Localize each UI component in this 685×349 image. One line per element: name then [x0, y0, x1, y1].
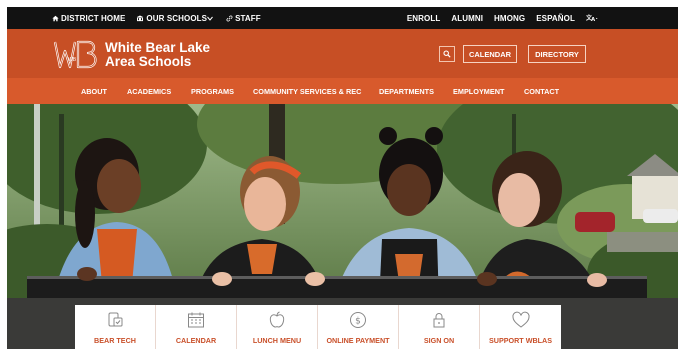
district-home-link[interactable]: DISTRICT HOME: [52, 14, 125, 23]
hmong-link[interactable]: HMONG: [494, 14, 525, 23]
utility-bar: DISTRICT HOME OUR SCHOOLS STAFF ENROLL A…: [7, 7, 678, 29]
quicklink-sign-on[interactable]: SIGN ON: [399, 305, 480, 349]
our-schools-label: OUR SCHOOLS: [146, 13, 208, 23]
svg-text:A: A: [591, 17, 595, 22]
alumni-link[interactable]: ALUMNI: [451, 14, 483, 23]
heart-icon: [511, 311, 530, 328]
svg-text:WB: WB: [68, 57, 77, 63]
lock-icon: [433, 313, 445, 328]
nav-community-services[interactable]: COMMUNITY SERVICES & REC: [253, 87, 361, 96]
nav-contact[interactable]: CONTACT: [524, 87, 559, 96]
home-icon: [52, 15, 59, 21]
apple-icon: [269, 311, 285, 328]
quicklink-label: BEAR TECH: [94, 336, 136, 345]
site-header: WB White Bear Lake Area Schools CALENDAR…: [7, 29, 678, 78]
quicklink-online-payment[interactable]: $ ONLINE PAYMENT: [318, 305, 399, 349]
link-icon: [226, 15, 233, 21]
quicklink-support-wblas[interactable]: SUPPORT WBLAS: [480, 305, 561, 349]
quicklink-label: CALENDAR: [175, 336, 217, 345]
nav-programs[interactable]: PROGRAMS: [191, 87, 234, 96]
school-name-line1: White Bear Lake: [105, 40, 211, 55]
our-schools-link[interactable]: OUR SCHOOLS: [136, 14, 215, 23]
translate-icon: 文A: [586, 14, 598, 22]
district-home-label: DISTRICT HOME: [61, 13, 126, 23]
nav-departments[interactable]: DEPARTMENTS: [379, 87, 434, 96]
school-name[interactable]: White Bear Lake Area Schools: [105, 41, 210, 69]
main-nav: ABOUT ACADEMICS PROGRAMS COMMUNITY SERVI…: [7, 78, 678, 104]
translate-button[interactable]: 文A: [586, 14, 600, 22]
quicklink-label: SUPPORT WBLAS: [488, 336, 553, 345]
svg-text:$: $: [355, 317, 361, 327]
directory-button[interactable]: DIRECTORY: [528, 45, 586, 63]
nav-employment[interactable]: EMPLOYMENT: [453, 87, 504, 96]
quicklink-label: SIGN ON: [423, 336, 455, 345]
utility-right: ENROLL ALUMNI HMONG ESPAÑOL 文A: [396, 14, 600, 23]
quicklink-calendar[interactable]: CALENDAR: [156, 305, 237, 349]
quicklink-lunch-menu[interactable]: LUNCH MENU: [237, 305, 318, 349]
espanol-link[interactable]: ESPAÑOL: [536, 14, 575, 23]
staff-link[interactable]: STAFF: [226, 14, 261, 23]
dollar-icon: $: [350, 312, 366, 328]
quicklink-label: ONLINE PAYMENT: [326, 336, 390, 345]
search-button[interactable]: [439, 46, 455, 62]
nav-academics[interactable]: ACADEMICS: [127, 87, 171, 96]
quicklink-bear-tech[interactable]: BEAR TECH: [75, 305, 156, 349]
staff-label: STAFF: [235, 13, 261, 23]
enroll-link[interactable]: ENROLL: [407, 14, 441, 23]
nav-about[interactable]: ABOUT: [81, 87, 107, 96]
calendar-button[interactable]: CALENDAR: [463, 45, 517, 63]
school-name-line2: Area Schools: [105, 54, 192, 69]
chevron-down-icon: [207, 16, 213, 21]
quicklink-label: LUNCH MENU: [252, 336, 302, 345]
device-icon: [108, 312, 123, 327]
school-icon: [137, 15, 144, 21]
utility-left: DISTRICT HOME OUR SCHOOLS STAFF: [52, 14, 272, 23]
district-logo[interactable]: WB: [54, 39, 100, 70]
calendar-icon: [188, 312, 204, 328]
search-icon: [443, 50, 451, 58]
page-frame: DISTRICT HOME OUR SCHOOLS STAFF ENROLL A…: [7, 0, 678, 349]
quicklinks-bar: BEAR TECH CALENDAR LUNCH MENU $ ONLINE P…: [75, 305, 561, 349]
